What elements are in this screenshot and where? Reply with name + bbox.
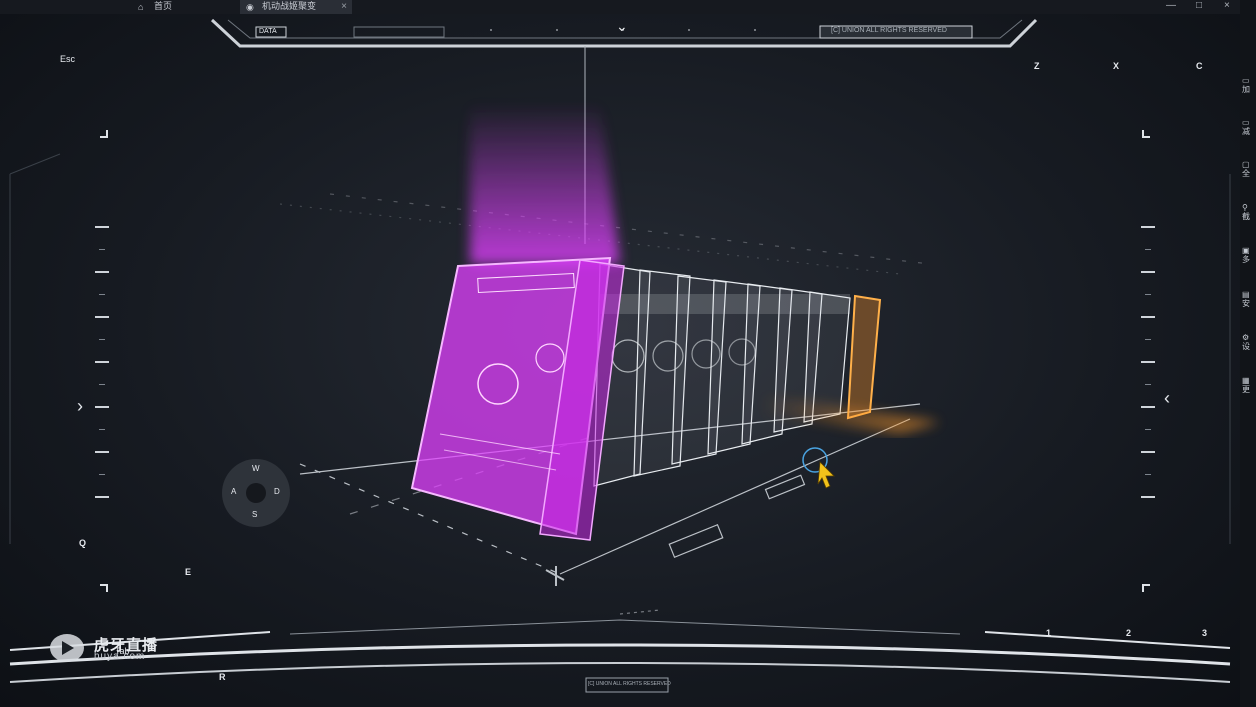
- tab-game-label: 机动战姬聚变: [262, 1, 317, 11]
- scale-mark: [1141, 496, 1155, 498]
- home-icon: ⌂: [138, 2, 144, 12]
- scale-tick: [99, 294, 105, 295]
- sidebar-item-label: 全: [1242, 169, 1250, 178]
- scale-mark: [95, 406, 109, 408]
- scale-tick: [99, 339, 105, 340]
- key-x[interactable]: X: [1113, 61, 1119, 71]
- gear-icon: ⚙: [1242, 333, 1250, 342]
- scale-mark: [1141, 271, 1155, 273]
- scale-mark: [95, 496, 109, 498]
- scale-tick: [1145, 474, 1151, 475]
- tab-home[interactable]: ⌂ 首页: [132, 0, 212, 14]
- scale-mark: [95, 316, 109, 318]
- key-3[interactable]: 3: [1202, 628, 1207, 638]
- key-2[interactable]: 2: [1126, 628, 1131, 638]
- scale-mark: [1141, 316, 1155, 318]
- sidebar-item-safe[interactable]: ▤ 安: [1242, 290, 1256, 308]
- top-hud-frame: [210, 18, 1038, 244]
- maximize-icon[interactable]: □: [1196, 0, 1202, 12]
- scene-svg: [9, 18, 1231, 693]
- sidebar-item-label: 加: [1242, 85, 1250, 94]
- nav-left-arrow-icon[interactable]: ›: [77, 396, 83, 417]
- key-e[interactable]: E: [185, 567, 191, 577]
- scale-tick: [99, 384, 105, 385]
- wasd-movement-pad[interactable]: W A S D: [222, 459, 290, 527]
- sidebar-item-label: 多: [1242, 255, 1250, 264]
- tab-game[interactable]: ◉ 机动战姬聚变 ×: [240, 0, 352, 14]
- data-tag: DATA: [259, 28, 277, 35]
- huya-logo-icon: [50, 634, 84, 662]
- sidebar-item-capture[interactable]: ⚲ 截: [1242, 203, 1256, 221]
- tab-home-label: 首页: [154, 1, 173, 11]
- sidebar-item-more[interactable]: ▦ 更: [1242, 376, 1256, 394]
- sidebar-item-add[interactable]: ▭ 加: [1242, 76, 1256, 94]
- key-s[interactable]: S: [252, 510, 257, 519]
- scale-mark: [95, 271, 109, 273]
- scale-tick: [1145, 339, 1151, 340]
- watermark-domain: huya.com: [94, 651, 146, 662]
- add-icon: ▭: [1242, 76, 1250, 85]
- scale-mark: [1141, 361, 1155, 363]
- sidebar-item-label: 安: [1242, 299, 1250, 308]
- nav-right-arrow-icon[interactable]: ‹: [1164, 388, 1170, 409]
- scale-tick: [1145, 384, 1151, 385]
- mouse-cursor-icon: [802, 447, 835, 489]
- window-close-icon[interactable]: ×: [1224, 0, 1230, 12]
- scale-tick: [99, 429, 105, 430]
- sidebar-item-label: 更: [1242, 385, 1250, 394]
- player-sidebar: ▭ 加 ▭ 减 ▢ 全 ⚲ 截 ▣ 多 ▤ 安 ⚙ 设 ▦ 更: [1240, 0, 1256, 707]
- sidebar-item-settings[interactable]: ⚙ 设: [1242, 333, 1256, 351]
- scale-tick: [1145, 249, 1151, 250]
- key-z[interactable]: Z: [1034, 61, 1040, 71]
- scale-mark: [1141, 451, 1155, 453]
- scale-mark: [1141, 226, 1155, 228]
- key-esc[interactable]: Esc: [60, 54, 75, 64]
- scale-mark: [95, 361, 109, 363]
- key-r[interactable]: R: [219, 672, 226, 682]
- corner-top-left: [100, 130, 108, 138]
- magenta-beam: [470, 104, 620, 264]
- key-d[interactable]: D: [274, 487, 280, 496]
- sidebar-item-label: 设: [1242, 342, 1250, 351]
- scale-tick: [99, 474, 105, 475]
- subtract-icon: ▭: [1242, 118, 1250, 127]
- bottom-rights-text: [C] UNION ALL RIGHTS RESERVED: [588, 681, 671, 687]
- wasd-center: [246, 483, 266, 503]
- minimize-icon[interactable]: —: [1166, 0, 1176, 12]
- sidebar-item-label: 减: [1242, 127, 1250, 136]
- huya-watermark: 虎牙直播 huya.com: [48, 630, 178, 666]
- top-rights-text: [C] UNION ALL RIGHTS RESERVED: [831, 27, 947, 34]
- scale-mark: [1141, 406, 1155, 408]
- scale-tick: [1145, 429, 1151, 430]
- sidebar-item-fullscreen[interactable]: ▢ 全: [1242, 160, 1256, 178]
- key-q[interactable]: Q: [79, 538, 86, 548]
- sidebar-item-label: 截: [1242, 212, 1250, 221]
- sidebar-item-subtract[interactable]: ▭ 减: [1242, 118, 1256, 136]
- scale-mark: [95, 226, 109, 228]
- scale-tick: [99, 249, 105, 250]
- corner-bottom-right: [1142, 584, 1150, 592]
- close-tab-icon[interactable]: ×: [341, 0, 347, 13]
- key-w[interactable]: W: [252, 464, 260, 473]
- scale-mark: [95, 451, 109, 453]
- sidebar-item-multi[interactable]: ▣ 多: [1242, 246, 1256, 264]
- search-icon: ⚲: [1242, 203, 1248, 212]
- browser-tab-bar: ⌂ 首页 ◉ 机动战姬聚变 × — □ ×: [0, 0, 1256, 14]
- tool-icon: ▤: [1242, 290, 1250, 299]
- corner-top-right: [1142, 130, 1150, 138]
- more-icon: ▦: [1242, 376, 1250, 385]
- scale-tick: [1145, 294, 1151, 295]
- record-icon: ▣: [1242, 246, 1250, 255]
- key-c[interactable]: C: [1196, 61, 1203, 71]
- game-favicon-icon: ◉: [246, 2, 254, 12]
- fullscreen-icon: ▢: [1242, 160, 1250, 169]
- key-a[interactable]: A: [231, 487, 236, 496]
- chevron-down-icon[interactable]: ⌄: [616, 18, 628, 35]
- game-viewport[interactable]: DATA [C] UNION ALL RIGHTS RESERVED ⌄ [C]…: [0, 14, 1240, 707]
- card-magenta: [410, 256, 625, 541]
- key-1[interactable]: 1: [1046, 628, 1051, 638]
- corner-bottom-left: [100, 584, 108, 592]
- card-stack-ghost: [593, 263, 851, 487]
